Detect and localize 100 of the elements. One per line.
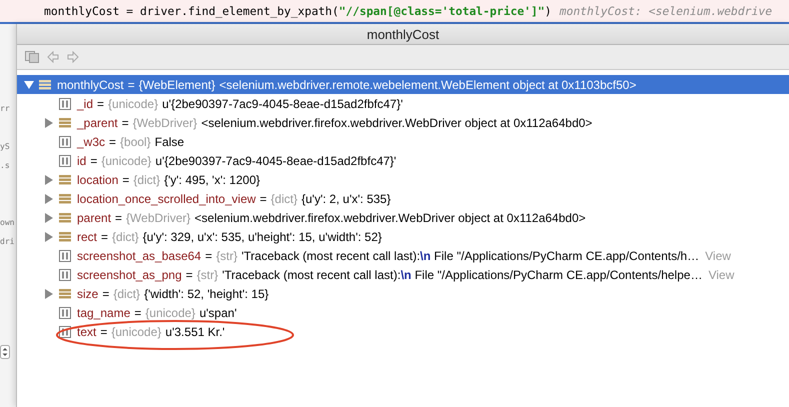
variable-name: size [77, 286, 98, 300]
forward-arrow-icon[interactable] [67, 51, 79, 63]
tree-row[interactable]: text = {unicode} u'3.551 Kr.' [17, 322, 789, 341]
popup-title: monthlyCost [366, 26, 440, 42]
stack-icon [59, 212, 71, 224]
expand-triangle-icon[interactable] [44, 118, 54, 128]
expand-triangle-icon[interactable] [44, 288, 54, 298]
equals-sign: = [134, 306, 142, 320]
equals-sign: = [128, 78, 135, 92]
variable-value: {u'y': 2, u'x': 535} [302, 192, 391, 206]
stack-icon [59, 192, 71, 204]
binary-value-icon [59, 98, 71, 110]
equals-sign: = [102, 286, 110, 300]
code-fragment: .s [0, 160, 11, 172]
variable-type: {WebElement} [138, 78, 216, 92]
variable-type: {WebDriver} [132, 116, 198, 130]
expand-triangle-icon[interactable] [44, 212, 54, 222]
variable-type: {unicode} [145, 306, 196, 320]
tree-row[interactable]: location_once_scrolled_into_view = {dict} {u'y': 2, u'x': 535} [17, 189, 789, 208]
tree-row[interactable]: screenshot_as_base64 = {str} 'Traceback (most recent call last):\n File "/Applications/PyCharm CE.app/Contents/h… View [17, 246, 789, 265]
equals-sign: = [186, 268, 193, 282]
variable-name: _parent [77, 116, 118, 130]
tree-row[interactable]: _w3c = {bool} False [17, 132, 789, 151]
variable-value: False [154, 134, 184, 148]
stack-icon [59, 174, 71, 186]
variable-value: {'width': 52, 'height': 15} [144, 286, 269, 300]
variable-value: 'Traceback (most recent call last):\n File "/Applications/PyCharm CE.app/Contents/helpe… [222, 268, 702, 282]
variable-type: {dict} [270, 192, 298, 206]
stack-icon [59, 230, 71, 242]
binary-value-icon [59, 136, 71, 148]
variable-name: monthlyCost [57, 78, 124, 92]
code-fragment: dri [0, 236, 16, 248]
variable-name: parent [77, 210, 112, 224]
binary-value-icon [59, 250, 71, 262]
tree-row[interactable]: _id = {unicode} u'{2be90397-7ac9-4045-8eae-d15ad2fbfc47}' [17, 94, 789, 113]
equals-sign: = [122, 172, 130, 186]
variable-type: {str} [216, 248, 238, 262]
equals-sign: = [122, 116, 129, 130]
equals-sign: = [90, 154, 98, 168]
variable-name: location [77, 172, 118, 186]
binary-value-icon [59, 306, 71, 318]
binary-value-icon [59, 154, 71, 166]
variable-value: u'{2be90397-7ac9-4045-8eae-d15ad2fbfc47}' [155, 154, 396, 168]
variable-name: rect [77, 230, 98, 244]
variable-name: tag_name [77, 306, 130, 320]
variable-value: {'y': 495, 'x': 1200} [164, 172, 260, 186]
code-fragment: yS [0, 141, 11, 153]
stack-icon [39, 78, 51, 90]
equals-sign: = [205, 248, 212, 262]
variable-value: <selenium.webdriver.firefox.webdriver.WebDriver object at 0x112a64bd0> [201, 116, 592, 130]
variable-value: u'3.551 Kr.' [165, 324, 225, 338]
variable-name: _id [77, 96, 94, 110]
variable-value: u'span' [199, 306, 237, 320]
tree-row[interactable]: rect = {dict} {u'y': 329, u'x': 535, u'height': 15, u'width': 52} [17, 227, 789, 246]
equals-sign: = [100, 324, 108, 338]
expand-triangle-icon[interactable] [44, 194, 54, 204]
variable-type: {unicode} [111, 324, 162, 338]
expand-triangle-icon[interactable] [44, 174, 54, 184]
tree-row[interactable]: tag_name = {unicode} u'span' [17, 303, 789, 322]
variable-value: <selenium.webdriver.firefox.webdriver.WebDriver object at 0x112a64bd0> [194, 210, 586, 224]
tree-row[interactable]: _parent = {WebDriver} <selenium.webdriver.firefox.webdriver.WebDriver object at 0x112a64bd0> [17, 113, 789, 132]
frames-icon[interactable] [25, 51, 39, 63]
binary-value-icon [59, 268, 71, 280]
equals-sign: = [115, 210, 122, 224]
variable-name: _w3c [77, 134, 106, 148]
equals-sign: = [260, 192, 267, 206]
stack-icon [59, 116, 71, 128]
variable-name: screenshot_as_base64 [77, 248, 202, 262]
variable-name: screenshot_as_png [77, 268, 182, 282]
variable-name: text [77, 324, 96, 338]
variable-value: {u'y': 329, u'x': 535, u'height': 15, u'width': 52} [142, 230, 382, 244]
back-arrow-icon[interactable] [47, 51, 59, 63]
variable-type: {str} [196, 268, 218, 282]
tree-row[interactable]: screenshot_as_png = {str} 'Traceback (most recent call last):\n File "/Applications/PyCharm CE.app/Contents/helpe… View [17, 265, 789, 284]
inline-value-hint: monthlyCost: <selenium.webdrive [559, 4, 772, 18]
expand-triangle-icon[interactable] [44, 232, 54, 242]
tree-row[interactable]: id = {unicode} u'{2be90397-7ac9-4045-8eae-d15ad2fbfc47}' [17, 151, 789, 170]
collapse-triangle-icon[interactable] [24, 80, 34, 90]
tree-row[interactable]: parent = {WebDriver} <selenium.webdriver.firefox.webdriver.WebDriver object at 0x112a64bd0> [17, 208, 789, 227]
variable-type: {bool} [120, 134, 151, 148]
variable-type: {dict} [112, 230, 139, 244]
variable-name: id [77, 154, 86, 168]
variable-type: {unicode} [101, 154, 152, 168]
stack-icon [59, 288, 71, 300]
tree-row[interactable]: location = {dict} {'y': 495, 'x': 1200} [17, 170, 789, 189]
equals-sign: = [97, 96, 104, 110]
variable-type: {dict} [113, 286, 140, 300]
tree-row[interactable]: size = {dict} {'width': 52, 'height': 15} [17, 284, 789, 303]
variable-type: {WebDriver} [126, 210, 191, 224]
variable-value: <selenium.webdriver.remote.webelement.WebElement object at 0x1103bcf50> [219, 78, 636, 92]
variable-name: location_once_scrolled_into_view [77, 192, 256, 206]
code-fragment: rr [0, 103, 11, 115]
stepper-icon[interactable] [0, 345, 10, 359]
tree-row[interactable]: monthlyCost = {WebElement} <selenium.webdriver.remote.webelement.WebElement object at 0x1103bcf50> [17, 75, 789, 94]
equals-sign: = [101, 230, 108, 244]
variable-type: {dict} [133, 172, 160, 186]
code-fragment: own [0, 217, 16, 229]
variable-value: u'{2be90397-7ac9-4045-8eae-d15ad2fbfc47}' [162, 96, 403, 110]
variable-value: 'Traceback (most recent call last):\n File "/Applications/PyCharm CE.app/Contents/h… [241, 248, 700, 262]
variable-type: {unicode} [108, 96, 158, 110]
